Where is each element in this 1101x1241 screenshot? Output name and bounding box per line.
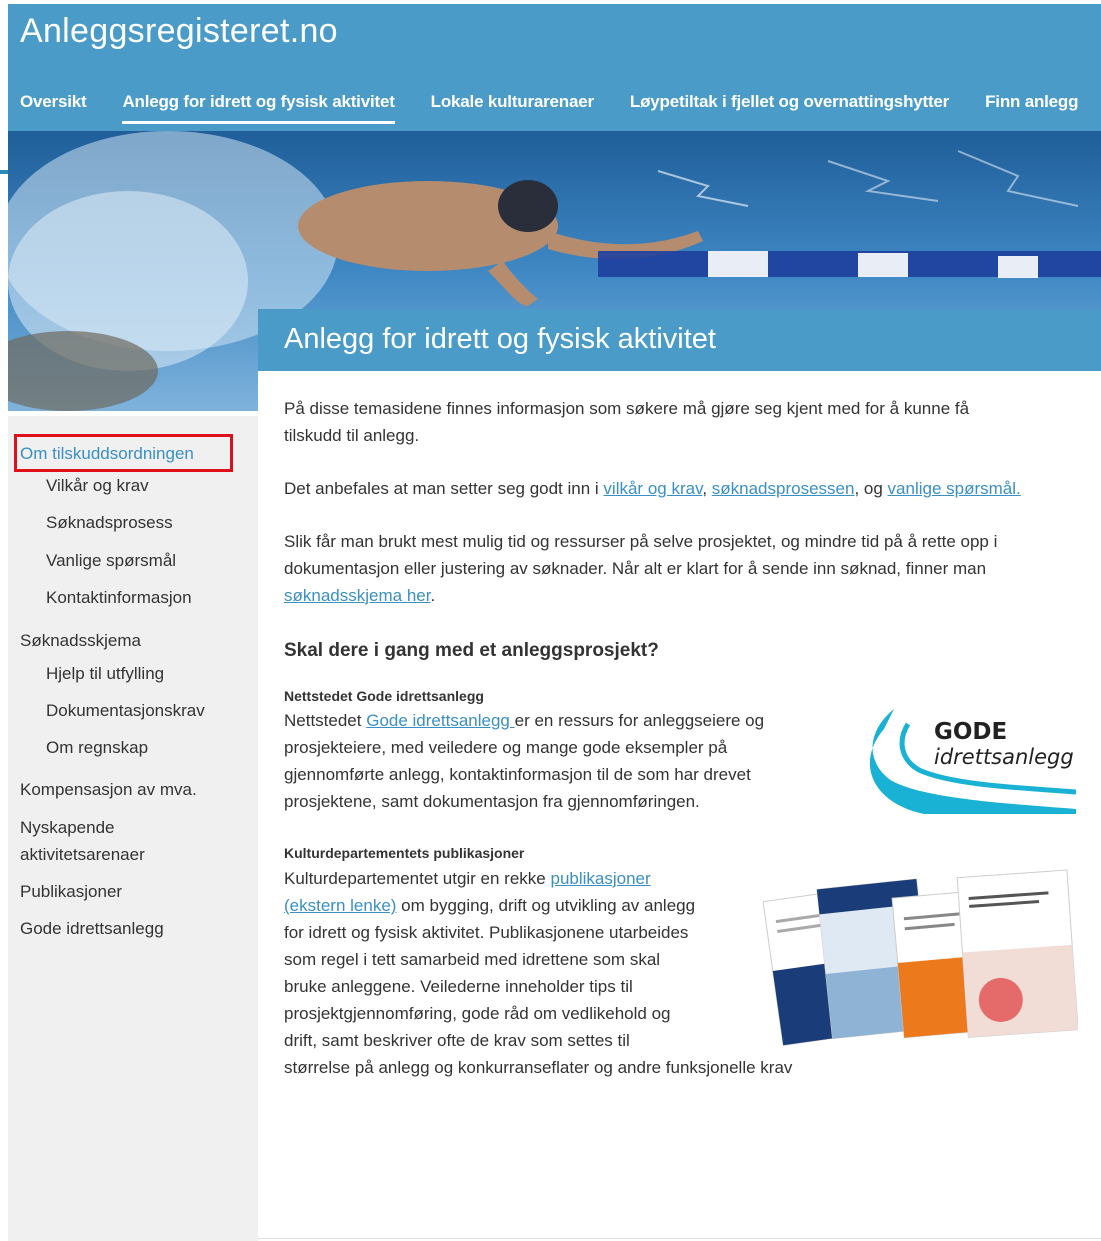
gode-line-2: prosjekteiere, med veiledere og mange go… bbox=[284, 738, 728, 757]
kud-line-1: Kulturdepartementet utgir en rekke publi… bbox=[284, 865, 651, 892]
nav-anlegg-idrett[interactable]: Anlegg for idrett og fysisk aktivitet bbox=[122, 92, 395, 124]
sidebar-item-aktivitetsarenaer[interactable]: aktivitetsarenaer bbox=[20, 841, 145, 868]
recommend-prefix: Det anbefales at man setter seg godt inn… bbox=[284, 479, 604, 498]
content-header: Anlegg for idrett og fysisk aktivitet bbox=[258, 309, 1101, 371]
kud-line-4: som regel i tett samarbeid med idrettene… bbox=[284, 950, 661, 969]
kud-heading: Kulturdepartementets publikasjoner bbox=[284, 845, 525, 861]
kud-line-3: for idrett og fysisk aktivitet. Publikas… bbox=[284, 923, 689, 942]
sidebar-item-vilkar-og-krav[interactable]: Vilkår og krav bbox=[46, 472, 149, 499]
p3-line-3: søknadsskjema her. bbox=[284, 582, 435, 609]
link-gode-idrettsanlegg[interactable]: Gode idrettsanlegg bbox=[366, 711, 514, 730]
logo-text-idrettsanlegg: idrettsanlegg bbox=[934, 745, 1074, 769]
link-soknadsprosessen[interactable]: søknadsprosessen bbox=[712, 479, 855, 498]
kud-line-2: (ekstern lenke) om bygging, drift og utv… bbox=[284, 892, 695, 919]
gode-idrettsanlegg-logo[interactable]: GODE idrettsanlegg bbox=[864, 704, 1076, 814]
main-nav: Oversikt Anlegg for idrett og fysisk akti… bbox=[20, 92, 1101, 132]
gode-line-4: prosjektene, samt dokumentasjon fra gjen… bbox=[284, 792, 700, 811]
gode-heading: Nettstedet Gode idrettsanlegg bbox=[284, 688, 484, 704]
p3-end: . bbox=[430, 586, 436, 605]
link-vanlige-sporsmal[interactable]: vanlige spørsmål. bbox=[888, 479, 1021, 498]
p3-line-1: Slik får man brukt mest mulig tid og res… bbox=[284, 532, 998, 551]
link-ekstern-lenke[interactable]: (ekstern lenke) bbox=[284, 896, 396, 915]
link-vilkar-og-krav[interactable]: vilkår og krav bbox=[603, 479, 702, 498]
gode-l1-suffix: er en ressurs for anleggseiere og bbox=[514, 711, 765, 730]
kud-line-6: prosjektgjennomføring, gode råd om vedli… bbox=[284, 1004, 671, 1023]
sidebar-item-om-regnskap[interactable]: Om regnskap bbox=[46, 734, 148, 761]
separator: , bbox=[702, 479, 712, 498]
intro-line-1: På disse temasidene finnes informasjon s… bbox=[284, 399, 970, 418]
sidebar-item-hjelp-til-utfylling[interactable]: Hjelp til utfylling bbox=[46, 660, 164, 687]
site-header: Anleggsregisteret.no Oversikt Anlegg for … bbox=[8, 4, 1101, 131]
sidebar-item-vanlige-sporsmal[interactable]: Vanlige spørsmål bbox=[46, 547, 176, 574]
nav-lokale-kulturarenaer[interactable]: Lokale kulturarenaer bbox=[431, 92, 594, 124]
nav-finn-anlegg[interactable]: Finn anlegg bbox=[985, 92, 1078, 124]
link-publikasjoner[interactable]: publikasjoner bbox=[550, 869, 650, 888]
link-soknadsskjema[interactable]: søknadsskjema her bbox=[284, 586, 430, 605]
p3-line-2: dokumentasjon eller justering av søknade… bbox=[284, 559, 987, 578]
page-title: Anlegg for idrett og fysisk aktivitet bbox=[284, 323, 716, 355]
gode-line-3: gjennomførte anlegg, kontaktinformasjon … bbox=[284, 765, 751, 784]
sidebar-item-om-tilskuddsordningen[interactable]: Om tilskuddsordningen bbox=[20, 440, 194, 467]
recommend-paragraph: Det anbefales at man setter seg godt inn… bbox=[284, 475, 1021, 502]
kud-l2-suffix: om bygging, drift og utvikling av anlegg bbox=[396, 896, 696, 915]
gode-line-1: Nettstedet Gode idrettsanlegg er en ress… bbox=[284, 707, 764, 734]
sidebar-item-gode-idrettsanlegg[interactable]: Gode idrettsanlegg bbox=[20, 915, 164, 942]
sidebar-item-nyskapende[interactable]: Nyskapende bbox=[20, 814, 115, 841]
nav-loypetiltak[interactable]: Løypetiltak i fjellet og overnattingshyt… bbox=[630, 92, 949, 124]
sidebar-item-soknadsskjema[interactable]: Søknadsskjema bbox=[20, 627, 141, 654]
main-content: Anlegg for idrett og fysisk aktivitet På… bbox=[258, 309, 1101, 1239]
sidebar: Om tilskuddsordningen Vilkår og krav Søk… bbox=[8, 416, 258, 1241]
logo-text-gode: GODE bbox=[934, 719, 1007, 745]
sidebar-item-kontaktinformasjon[interactable]: Kontaktinformasjon bbox=[46, 584, 192, 611]
section-heading: Skal dere i gang med et anleggsprosjekt? bbox=[284, 640, 659, 661]
kud-line-7: drift, samt beskriver ofte de krav som s… bbox=[284, 1031, 630, 1050]
sidebar-item-dokumentasjonskrav[interactable]: Dokumentasjonskrav bbox=[46, 697, 205, 724]
sidebar-item-soknadsprosess[interactable]: Søknadsprosess bbox=[46, 509, 173, 536]
kud-l1-prefix: Kulturdepartementet utgir en rekke bbox=[284, 869, 551, 888]
site-title[interactable]: Anleggsregisteret.no bbox=[20, 12, 338, 51]
gode-l1-prefix: Nettstedet bbox=[284, 711, 367, 730]
kud-line-8: størrelse på anlegg og konkurranseflater… bbox=[284, 1058, 793, 1077]
sidebar-item-kompensasjon-mva[interactable]: Kompensasjon av mva. bbox=[20, 776, 197, 803]
separator: , og bbox=[854, 479, 888, 498]
kud-line-5: bruke anleggene. Veilederne inneholder t… bbox=[284, 977, 633, 996]
nav-oversikt[interactable]: Oversikt bbox=[20, 92, 87, 124]
intro-line-2: tilskudd til anlegg. bbox=[284, 426, 420, 445]
publications-image bbox=[763, 869, 1078, 1046]
sidebar-item-publikasjoner[interactable]: Publikasjoner bbox=[20, 878, 122, 905]
